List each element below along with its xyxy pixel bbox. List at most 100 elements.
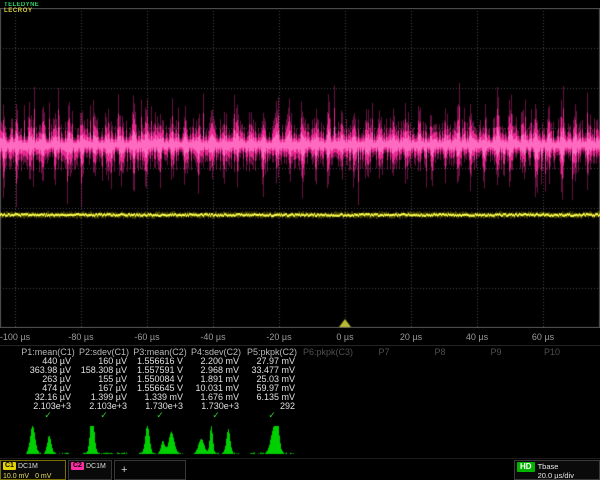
- measurement-status-icon: [356, 411, 412, 420]
- measurement-value: [356, 384, 412, 393]
- time-axis-label: -100 µs: [0, 332, 30, 342]
- measurement-value: 160 µV: [76, 357, 132, 366]
- plus-icon: +: [121, 464, 185, 476]
- measurement-value: [412, 393, 468, 402]
- measurement-value: 167 µV: [76, 384, 132, 393]
- measurement-header-p9[interactable]: P9: [468, 347, 524, 357]
- measurement-status-icon: [524, 411, 580, 420]
- measurement-value: 25.03 mV: [244, 375, 300, 384]
- time-axis-label: 20 µs: [400, 332, 422, 342]
- measurement-status-icon: ✓: [244, 411, 300, 420]
- measurement-value: 263 µV: [20, 375, 76, 384]
- time-axis-label: -60 µs: [134, 332, 159, 342]
- measurement-value: [412, 384, 468, 393]
- measurement-value: [524, 402, 580, 411]
- measurement-value: [356, 402, 412, 411]
- measurement-value: [468, 393, 524, 402]
- measurement-value: [300, 357, 356, 366]
- measurement-value: [356, 366, 412, 375]
- measurement-value: [468, 375, 524, 384]
- measurement-value: [300, 384, 356, 393]
- c2-descriptor[interactable]: C2 DC1M: [68, 460, 112, 480]
- time-axis-label: -80 µs: [68, 332, 93, 342]
- c2-coupling: DC1M: [86, 463, 106, 470]
- measurement-value: 1.556645 V: [132, 384, 188, 393]
- measurement-table: P1:mean(C1)P2:sdev(C1)P3:mean(C2)P4:sdev…: [0, 345, 600, 420]
- measurement-value: 1.550084 V: [132, 375, 188, 384]
- measurement-header-p5[interactable]: P5:pkpk(C2): [244, 347, 300, 357]
- measurement-value: 2.103e+3: [76, 402, 132, 411]
- measurement-histicons[interactable]: [0, 420, 600, 456]
- measurement-value: 2.103e+3: [20, 402, 76, 411]
- waveform-display: [0, 8, 600, 328]
- measurement-value: [412, 366, 468, 375]
- measurement-status-icon: [412, 411, 468, 420]
- measurement-value: [524, 357, 580, 366]
- timebase-descriptor[interactable]: HD Tbase 20.0 µs/div: [514, 460, 600, 480]
- measurement-value: [468, 357, 524, 366]
- measurement-header-p10[interactable]: P10: [524, 347, 580, 357]
- measurement-value: 158.308 µV: [76, 366, 132, 375]
- measurement-value: 1.730e+3: [188, 402, 244, 411]
- measurement-value: [524, 384, 580, 393]
- measurement-status-icon: ✓: [188, 411, 244, 420]
- measurement-header-p7[interactable]: P7: [356, 347, 412, 357]
- measurement-value: [300, 366, 356, 375]
- oscilloscope-screen: TELEDYNE LECROY -100 µs -80 µs -60 µs -40 µ…: [0, 0, 600, 480]
- measurement-value: 1.557591 V: [132, 366, 188, 375]
- c1-chip: C1: [3, 462, 16, 470]
- measurement-value: 1.399 µV: [76, 393, 132, 402]
- time-axis-label: 40 µs: [466, 332, 488, 342]
- measurement-value: [524, 366, 580, 375]
- measurement-value: [300, 402, 356, 411]
- measurement-value: [468, 366, 524, 375]
- measurement-value: [356, 393, 412, 402]
- timebase-label: Tbase: [538, 462, 574, 471]
- c2-chip: C2: [71, 462, 84, 470]
- measurement-value: [412, 402, 468, 411]
- hd-chip: HD: [517, 462, 535, 472]
- measurement-header-p4[interactable]: P4:sdev(C2): [188, 347, 244, 357]
- measurement-value: 1.730e+3: [132, 402, 188, 411]
- time-axis-label: -40 µs: [200, 332, 225, 342]
- measurement-header-p2[interactable]: P2:sdev(C1): [76, 347, 132, 357]
- measurement-value: 155 µV: [76, 375, 132, 384]
- time-axis-label: 0 µs: [336, 332, 353, 342]
- brand-logo: TELEDYNE LECROY: [4, 2, 39, 14]
- measurement-header-p6[interactable]: P6:pkpk(C3): [300, 347, 356, 357]
- measurement-value: [524, 375, 580, 384]
- measurement-value: [524, 393, 580, 402]
- measurement-status-icon: ✓: [20, 411, 76, 420]
- measurement-value: 1.676 mV: [188, 393, 244, 402]
- c1-scale: 10.0 mV: [3, 473, 29, 480]
- measurement-value: 440 µV: [20, 357, 76, 366]
- time-axis-label: -20 µs: [266, 332, 291, 342]
- c1-descriptor[interactable]: C1 DC1M 10.0 mV 0 mV: [0, 460, 66, 480]
- add-trace-button[interactable]: +: [114, 460, 186, 480]
- measurement-value: 6.135 mV: [244, 393, 300, 402]
- c1-coupling: DC1M: [18, 463, 38, 470]
- measurement-value: [300, 375, 356, 384]
- measurement-status-icon: [300, 411, 356, 420]
- measurement-value: 59.97 mV: [244, 384, 300, 393]
- measurement-value: 1.556616 V: [132, 357, 188, 366]
- measurement-value: 32.16 µV: [20, 393, 76, 402]
- bottom-bar: C1 DC1M 10.0 mV 0 mV C2 DC1M + HD Tbase …: [0, 458, 600, 480]
- measurement-value: 33.477 mV: [244, 366, 300, 375]
- measurement-header-p1[interactable]: P1:mean(C1): [20, 347, 76, 357]
- measurement-value: [300, 393, 356, 402]
- c1-offset: 0 mV: [35, 473, 51, 480]
- measurement-value: [468, 402, 524, 411]
- measurement-status-icon: [468, 411, 524, 420]
- measurement-value: 2.200 mV: [188, 357, 244, 366]
- measurement-status-icon: ✓: [132, 411, 188, 420]
- measurement-header-p8[interactable]: P8: [412, 347, 468, 357]
- measurement-value: 1.891 mV: [188, 375, 244, 384]
- measurement-value: [356, 375, 412, 384]
- time-axis-label: 60 µs: [532, 332, 554, 342]
- measurement-value: [412, 357, 468, 366]
- waveform-grid: [0, 8, 600, 328]
- measurement-value: [356, 357, 412, 366]
- measurement-header-p3[interactable]: P3:mean(C2): [132, 347, 188, 357]
- measurement-value: [412, 375, 468, 384]
